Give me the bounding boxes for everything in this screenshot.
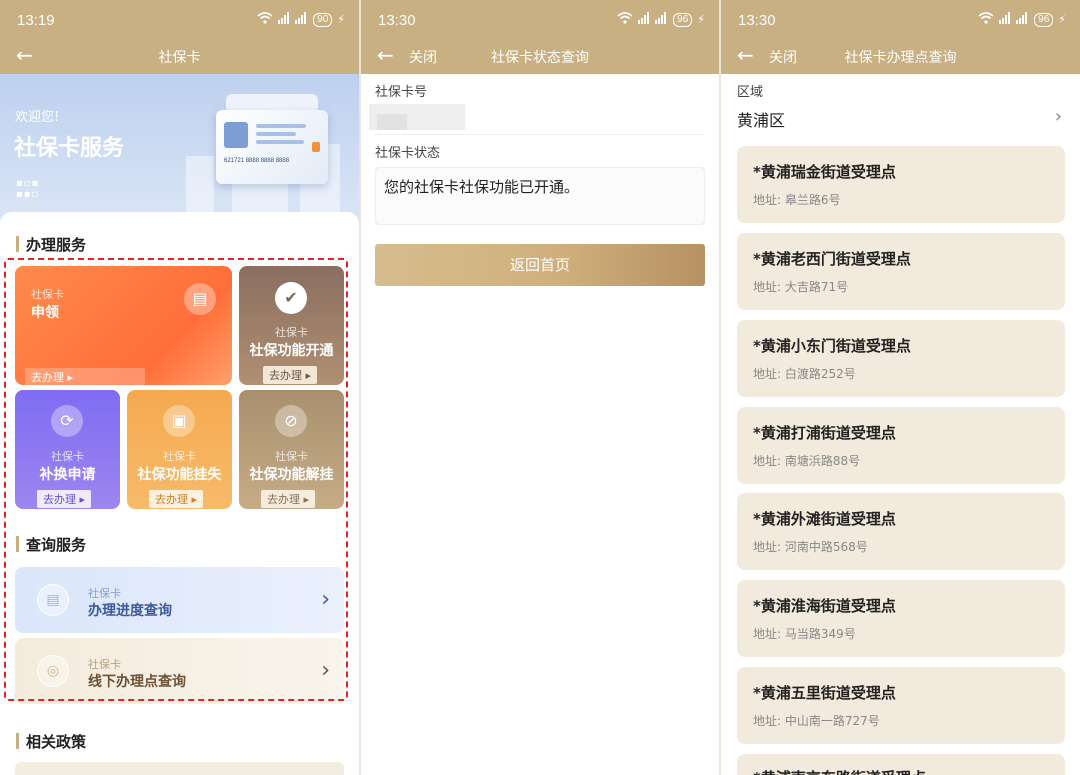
card-number-value-masked: [377, 114, 407, 130]
section-title-policy: 相关政策: [16, 731, 86, 752]
card-status-field: 您的社保卡社保功能已开通。: [375, 167, 705, 225]
list-item[interactable]: *黄浦南京东路街道受理点: [737, 754, 1065, 775]
office-address: 地址: 南塘浜路88号: [753, 452, 860, 469]
address-label: 地址:: [753, 193, 782, 207]
charging-icon: ⚡: [337, 13, 345, 26]
office-address: 地址: 中山南一路727号: [753, 712, 880, 729]
office-name: *黄浦南京东路街道受理点: [753, 767, 926, 775]
address-value: 皋兰路6号: [784, 193, 841, 207]
region-label: 区域: [737, 85, 764, 100]
avatar-icon: [224, 122, 248, 148]
highlight-dashed-box: [4, 258, 348, 701]
address-label: 地址:: [753, 454, 782, 468]
nav-bar: ← 社保卡: [0, 40, 359, 72]
address-value: 白渡路252号: [784, 367, 856, 381]
address-label: 地址:: [753, 280, 782, 294]
policy-card[interactable]: [15, 762, 344, 775]
status-time: 13:19: [17, 12, 55, 29]
wifi-icon: [978, 12, 994, 27]
address-label: 地址:: [753, 367, 782, 381]
building-decoration: [186, 156, 214, 216]
wifi-icon: [617, 12, 633, 27]
charging-icon: ⚡: [1058, 13, 1066, 26]
region-select[interactable]: 黄浦区: [737, 107, 785, 131]
office-address: 地址: 大吉路71号: [753, 278, 848, 295]
banner-title: 社保卡服务: [14, 136, 125, 161]
office-address: 地址: 河南中路568号: [753, 538, 868, 555]
card-status-label: 社保卡状态: [375, 146, 441, 161]
return-home-button[interactable]: 返回首页: [375, 244, 705, 286]
office-name: *黄浦外滩街道受理点: [753, 510, 896, 528]
address-value: 中山南一路727号: [784, 714, 880, 728]
section-title-handle: 办理服务: [16, 234, 86, 255]
list-item[interactable]: *黄浦打浦街道受理点 地址: 南塘浜路88号: [737, 407, 1065, 484]
status-time: 13:30: [738, 12, 776, 29]
office-name: *黄浦五里街道受理点: [753, 684, 896, 702]
office-name: *黄浦小东门街道受理点: [753, 337, 911, 355]
office-name: *黄浦打浦街道受理点: [753, 424, 896, 442]
list-item[interactable]: *黄浦五里街道受理点 地址: 中山南一路727号: [737, 667, 1065, 744]
page-title: 社保卡办理点查询: [844, 50, 957, 66]
address-label: 地址:: [753, 714, 782, 728]
battery-icon: 96: [673, 12, 693, 27]
card-line-decoration: [256, 124, 306, 128]
card-number: 621721 8888 8888 8888: [224, 158, 290, 164]
address-label: 地址:: [753, 627, 782, 641]
status-bar: 13:19 90 ⚡: [0, 0, 359, 40]
battery-icon: 90: [313, 12, 333, 27]
status-icons: 96 ⚡: [617, 12, 705, 27]
list-item[interactable]: *黄浦外滩街道受理点 地址: 河南中路568号: [737, 493, 1065, 570]
status-bar: 13:30 96 ⚡: [721, 0, 1080, 40]
social-card-illustration: 621721 8888 8888 8888: [216, 110, 328, 184]
nav-bar: ← 关闭 社保卡状态查询: [361, 40, 719, 72]
page-title: 社保卡状态查询: [491, 50, 589, 66]
nav-bar: ← 关闭 社保卡办理点查询: [721, 40, 1080, 72]
card-chip-icon: [312, 142, 320, 152]
list-item[interactable]: *黄浦老西门街道受理点 地址: 大吉路71号: [737, 233, 1065, 310]
card-line-decoration: [256, 132, 296, 136]
card-number-label: 社保卡号: [375, 85, 428, 100]
office-name: *黄浦淮海街道受理点: [753, 597, 896, 615]
address-value: 马当路349号: [784, 627, 856, 641]
list-item[interactable]: *黄浦瑞金街道受理点 地址: 皋兰路6号: [737, 146, 1065, 223]
chevron-right-icon[interactable]: ›: [1055, 106, 1062, 127]
office-address: 地址: 马当路349号: [753, 625, 856, 642]
status-icons: 90 ⚡: [257, 12, 345, 27]
app-header: 13:30 96 ⚡ ← 关闭 社保卡办理点查询: [721, 0, 1080, 74]
field-separator: [375, 134, 705, 135]
panel-office-query: 13:30 96 ⚡ ← 关闭 社保卡办理点查询 区域 黄浦区 › *黄浦瑞金街…: [721, 0, 1080, 775]
status-time: 13:30: [378, 12, 416, 29]
office-name: *黄浦老西门街道受理点: [753, 250, 911, 268]
list-item[interactable]: *黄浦淮海街道受理点 地址: 马当路349号: [737, 580, 1065, 657]
wifi-icon: [257, 12, 273, 27]
office-address: 地址: 皋兰路6号: [753, 191, 841, 208]
app-header: 13:19 90 ⚡ ← 社保卡: [0, 0, 359, 74]
signal-icon: [638, 12, 668, 27]
office-address: 地址: 白渡路252号: [753, 365, 856, 382]
status-bar: 13:30 96 ⚡: [361, 0, 719, 40]
hero-banner: 欢迎您! 社保卡服务 ▪▫▪ ▪▪▫ 621721 8888 8888 8888: [0, 74, 359, 224]
address-value: 南塘浜路88号: [784, 454, 861, 468]
welcome-text: 欢迎您!: [15, 110, 60, 125]
panel-status-query: 13:30 96 ⚡ ← 关闭 社保卡状态查询 社保卡号 社保卡状态 您的社保卡…: [361, 0, 719, 775]
page-title: 社保卡: [158, 50, 201, 66]
signal-icon: [999, 12, 1029, 27]
card-line-decoration: [256, 140, 304, 144]
app-header: 13:30 96 ⚡ ← 关闭 社保卡状态查询: [361, 0, 719, 74]
battery-icon: 96: [1034, 12, 1054, 27]
panel-social-card-home: 13:19 90 ⚡ ← 社保卡 欢迎您! 社保卡服务 ▪▫▪ ▪▪▫ 6217…: [0, 0, 359, 775]
signal-icon: [278, 12, 308, 27]
dots-decoration-icon: ▪▫▪ ▪▪▫: [16, 178, 40, 200]
charging-icon: ⚡: [697, 13, 705, 26]
address-label: 地址:: [753, 540, 782, 554]
address-value: 大吉路71号: [784, 280, 849, 294]
status-icons: 96 ⚡: [978, 12, 1066, 27]
address-value: 河南中路568号: [784, 540, 868, 554]
office-name: *黄浦瑞金街道受理点: [753, 163, 896, 181]
list-item[interactable]: *黄浦小东门街道受理点 地址: 白渡路252号: [737, 320, 1065, 397]
